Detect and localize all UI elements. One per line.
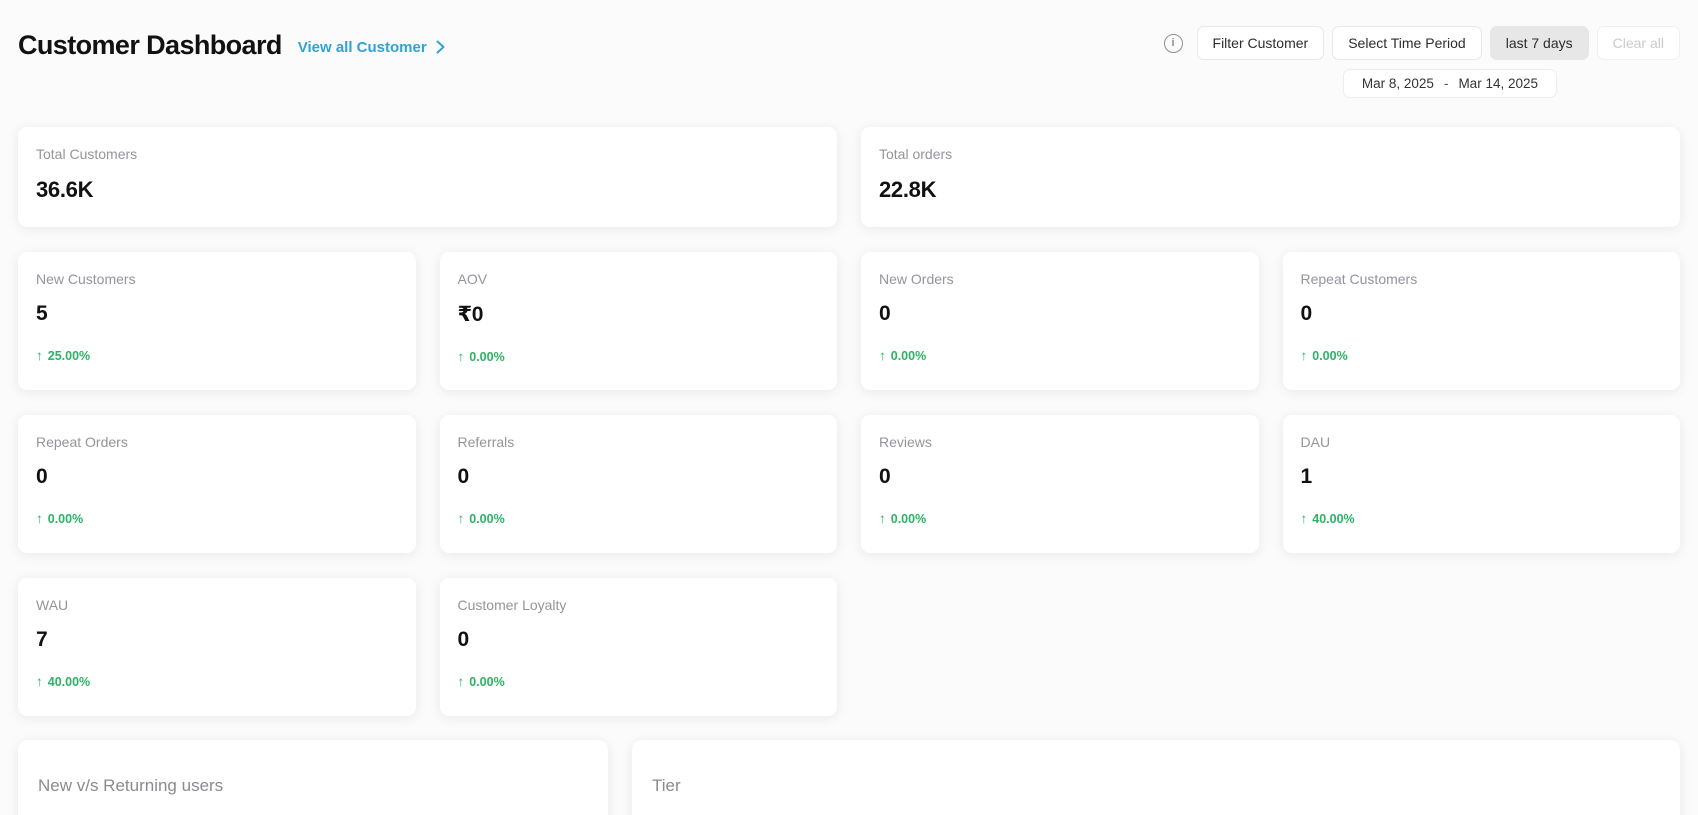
metric-label: DAU <box>1301 434 1663 450</box>
page-title: Customer Dashboard <box>18 30 282 61</box>
referrals-card: Referrals 0 ↑ 0.00% <box>440 415 838 553</box>
header-title-group: Customer Dashboard View all Customer <box>18 26 445 61</box>
dau-card: DAU 1 ↑ 40.00% <box>1283 415 1681 553</box>
up-arrow-icon: ↑ <box>36 674 43 689</box>
metric-value: 22.8K <box>879 177 1662 203</box>
metric-change: ↑ 0.00% <box>458 511 820 526</box>
metric-value: 36.6K <box>36 177 819 203</box>
metric-change: ↑ 0.00% <box>36 511 398 526</box>
active-period-chip[interactable]: last 7 days <box>1490 26 1589 60</box>
bottom-charts-row: New v/s Returning users Tier <box>18 740 1680 815</box>
up-arrow-icon: ↑ <box>879 348 886 363</box>
metric-label: New Orders <box>879 271 1241 287</box>
metric-value: 0 <box>879 465 1241 489</box>
metric-change: ↑ 25.00% <box>36 348 398 363</box>
metric-change-value: 0.00% <box>48 512 83 526</box>
summary-cards-row: Total Customers 36.6K Total orders 22.8K <box>18 127 1680 227</box>
metric-change: ↑ 40.00% <box>1301 511 1663 526</box>
total-customers-card: Total Customers 36.6K <box>18 127 837 227</box>
page-header: Customer Dashboard View all Customer i F… <box>18 0 1680 98</box>
metric-label: Total Customers <box>36 146 819 162</box>
customer-loyalty-card: Customer Loyalty 0 ↑ 0.00% <box>440 578 838 716</box>
metric-value: 5 <box>36 302 398 326</box>
chevron-right-icon <box>436 40 445 54</box>
tier-card: Tier <box>632 740 1680 815</box>
metric-label: Repeat Orders <box>36 434 398 450</box>
filter-customer-button[interactable]: Filter Customer <box>1197 26 1325 60</box>
up-arrow-icon: ↑ <box>1301 348 1308 363</box>
metric-label: Customer Loyalty <box>458 597 820 613</box>
new-vs-returning-users-card: New v/s Returning users <box>18 740 608 815</box>
metric-value: 0 <box>458 628 820 652</box>
metric-value: 0 <box>458 465 820 489</box>
metric-value: 0 <box>36 465 398 489</box>
up-arrow-icon: ↑ <box>36 348 43 363</box>
clear-all-button[interactable]: Clear all <box>1597 26 1680 60</box>
header-controls: i Filter Customer Select Time Period las… <box>1164 26 1680 98</box>
metric-change-value: 0.00% <box>469 350 504 364</box>
new-orders-card: New Orders 0 ↑ 0.00% <box>861 252 1259 390</box>
metric-change-value: 0.00% <box>469 512 504 526</box>
up-arrow-icon: ↑ <box>36 511 43 526</box>
metric-label: Reviews <box>879 434 1241 450</box>
metric-value: 0 <box>879 302 1241 326</box>
metric-cards-grid: New Customers 5 ↑ 25.00% AOV ₹0 ↑ 0.00% … <box>18 252 1680 716</box>
metric-value: ₹0 <box>458 302 820 327</box>
up-arrow-icon: ↑ <box>458 674 465 689</box>
metric-change-value: 25.00% <box>48 349 90 363</box>
date-range-picker[interactable]: Mar 8, 2025 - Mar 14, 2025 <box>1343 69 1557 98</box>
metric-change-value: 0.00% <box>891 349 926 363</box>
metric-change-value: 40.00% <box>1312 512 1354 526</box>
repeat-customers-card: Repeat Customers 0 ↑ 0.00% <box>1283 252 1681 390</box>
metric-change-value: 0.00% <box>891 512 926 526</box>
date-range-start: Mar 8, 2025 <box>1362 76 1434 91</box>
select-time-period-button[interactable]: Select Time Period <box>1332 26 1482 60</box>
metric-change-value: 40.00% <box>48 675 90 689</box>
filter-controls-row: i Filter Customer Select Time Period las… <box>1164 26 1680 60</box>
dashboard-content: Total Customers 36.6K Total orders 22.8K… <box>18 127 1680 815</box>
repeat-orders-card: Repeat Orders 0 ↑ 0.00% <box>18 415 416 553</box>
info-icon[interactable]: i <box>1164 34 1183 53</box>
metric-change: ↑ 40.00% <box>36 674 398 689</box>
metric-change-value: 0.00% <box>469 675 504 689</box>
wau-card: WAU 7 ↑ 40.00% <box>18 578 416 716</box>
up-arrow-icon: ↑ <box>879 511 886 526</box>
metric-label: WAU <box>36 597 398 613</box>
view-all-label: View all Customer <box>298 39 427 56</box>
metric-change-value: 0.00% <box>1312 349 1347 363</box>
metric-change: ↑ 0.00% <box>458 674 820 689</box>
section-title: New v/s Returning users <box>38 776 588 796</box>
metric-change: ↑ 0.00% <box>879 511 1241 526</box>
customer-dashboard-page: Customer Dashboard View all Customer i F… <box>0 0 1698 815</box>
date-range-end: Mar 14, 2025 <box>1458 76 1538 91</box>
section-title: Tier <box>652 776 1660 796</box>
metric-change: ↑ 0.00% <box>1301 348 1663 363</box>
metric-label: Referrals <box>458 434 820 450</box>
metric-value: 7 <box>36 628 398 652</box>
reviews-card: Reviews 0 ↑ 0.00% <box>861 415 1259 553</box>
metric-label: Total orders <box>879 146 1662 162</box>
metric-value: 1 <box>1301 465 1663 489</box>
up-arrow-icon: ↑ <box>1301 511 1308 526</box>
metric-label: AOV <box>458 271 820 287</box>
new-customers-card: New Customers 5 ↑ 25.00% <box>18 252 416 390</box>
date-range-separator: - <box>1444 76 1449 91</box>
aov-card: AOV ₹0 ↑ 0.00% <box>440 252 838 390</box>
up-arrow-icon: ↑ <box>458 511 465 526</box>
metric-change: ↑ 0.00% <box>879 348 1241 363</box>
total-orders-card: Total orders 22.8K <box>861 127 1680 227</box>
date-range-row: Mar 8, 2025 - Mar 14, 2025 <box>1343 69 1557 98</box>
metric-label: Repeat Customers <box>1301 271 1663 287</box>
view-all-customer-link[interactable]: View all Customer <box>298 36 445 56</box>
up-arrow-icon: ↑ <box>458 349 465 364</box>
metric-change: ↑ 0.00% <box>458 349 820 364</box>
metric-label: New Customers <box>36 271 398 287</box>
metric-value: 0 <box>1301 302 1663 326</box>
